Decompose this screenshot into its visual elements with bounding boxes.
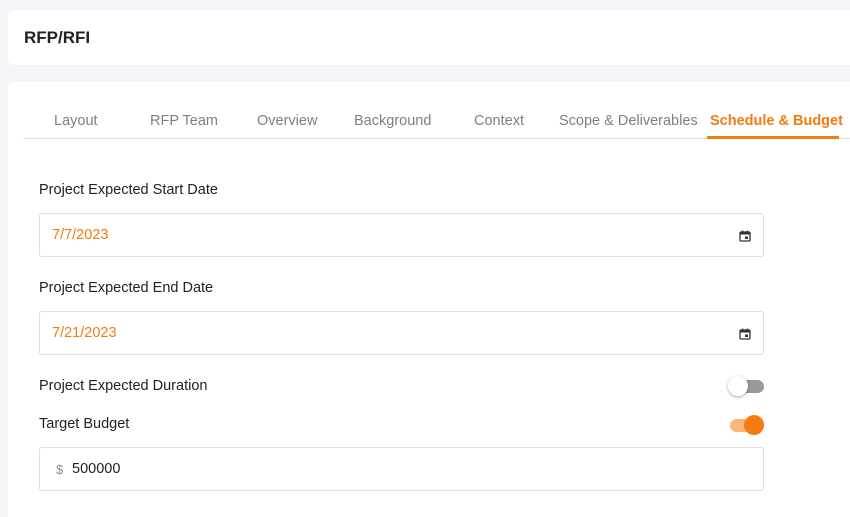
currency-symbol: $: [56, 462, 64, 477]
calendar-icon[interactable]: [739, 230, 751, 242]
tab-context[interactable]: Context: [474, 113, 524, 129]
toggle-knob: [744, 415, 764, 435]
end-date-label: Project Expected End Date: [39, 280, 214, 296]
page-title: RFP/RFI: [24, 28, 91, 47]
start-date-label: Project Expected Start Date: [39, 182, 218, 198]
duration-toggle[interactable]: [728, 376, 764, 396]
tab-overview[interactable]: Overview: [257, 113, 317, 129]
toggle-knob: [728, 376, 748, 396]
end-date-input[interactable]: 7/21/2023: [39, 311, 764, 355]
tab-rfp-team[interactable]: RFP Team: [150, 113, 218, 129]
tab-scope-deliverables[interactable]: Scope & Deliverables: [559, 113, 698, 129]
calendar-icon[interactable]: [739, 328, 751, 340]
start-date-value: 7/7/2023: [52, 227, 109, 243]
header-card: RFP/RFI: [8, 10, 850, 65]
tab-layout[interactable]: Layout: [54, 113, 98, 129]
start-date-input[interactable]: 7/7/2023: [39, 213, 764, 257]
end-date-value: 7/21/2023: [52, 325, 117, 341]
active-tab-indicator: [707, 136, 839, 139]
tab-schedule-budget[interactable]: Schedule & Budget: [710, 113, 843, 129]
budget-label: Target Budget: [39, 416, 130, 432]
duration-label: Project Expected Duration: [39, 378, 208, 394]
main-card: Layout RFP Team Overview Background Cont…: [8, 82, 850, 517]
budget-input[interactable]: $ 500000: [39, 447, 764, 491]
budget-value: 500000: [72, 461, 121, 477]
tab-bar: Layout RFP Team Overview Background Cont…: [23, 102, 850, 139]
tab-background[interactable]: Background: [354, 113, 431, 129]
budget-toggle[interactable]: [728, 415, 764, 435]
